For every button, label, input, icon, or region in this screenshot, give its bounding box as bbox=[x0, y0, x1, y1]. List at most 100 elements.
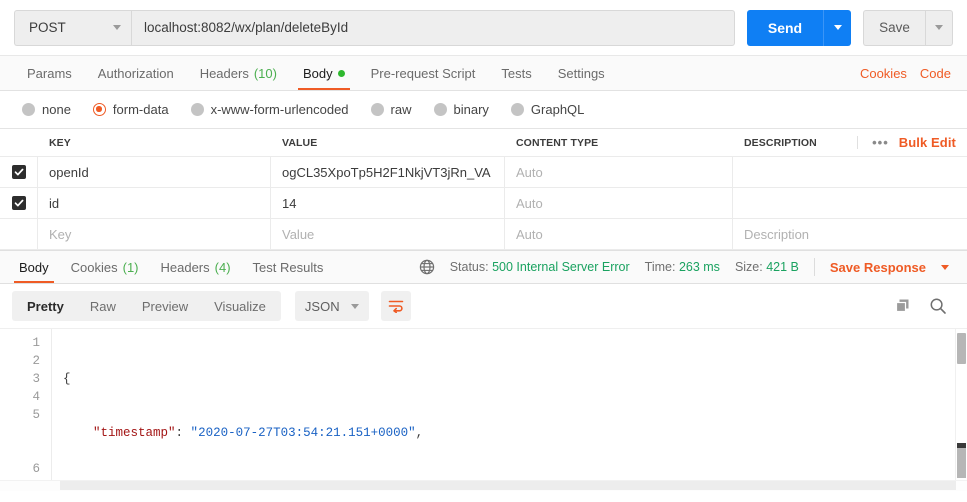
chevron-down-icon[interactable] bbox=[941, 264, 949, 270]
row-checkbox-checked[interactable] bbox=[11, 196, 26, 210]
tab-label: Body bbox=[302, 65, 333, 81]
vertical-scrollbar-thumb[interactable] bbox=[957, 333, 966, 364]
row-value-value: ogCL35XpoTp5H2F1NkjVT3jRn_VA bbox=[282, 164, 491, 180]
tab-label: Headers bbox=[160, 259, 210, 275]
table-row[interactable]: openId ogCL35XpoTp5H2F1NkjVT3jRn_VA Auto bbox=[0, 157, 967, 188]
code-link[interactable]: Code bbox=[920, 66, 951, 81]
row-content-type-input[interactable]: Auto bbox=[505, 188, 733, 218]
size-group: Size: 421 B bbox=[735, 260, 799, 274]
row-description-input[interactable] bbox=[733, 157, 967, 187]
tab-count: (10) bbox=[253, 65, 277, 81]
body-type-binary[interactable]: binary bbox=[433, 102, 489, 117]
code-line-2: "timestamp": "2020-07-27T03:54:21.151+00… bbox=[93, 426, 424, 440]
copy-icon[interactable] bbox=[894, 297, 912, 315]
column-header-value: VALUE bbox=[282, 136, 318, 149]
tab-tests[interactable]: Tests bbox=[488, 56, 544, 90]
save-options-button[interactable] bbox=[925, 9, 953, 46]
send-options-button[interactable] bbox=[823, 9, 851, 46]
body-present-dot-icon bbox=[337, 69, 345, 77]
json-code[interactable]: { "timestamp": "2020-07-27T03:54:21.151+… bbox=[52, 329, 967, 491]
body-type-form-data[interactable]: form-data bbox=[92, 102, 169, 117]
status-label: Status: bbox=[449, 260, 489, 274]
radio-label: GraphQL bbox=[530, 102, 585, 117]
line-number: 6 bbox=[32, 462, 40, 476]
radio-icon bbox=[190, 103, 204, 116]
body-type-radio-group: none form-data x-www-form-urlencoded raw… bbox=[0, 91, 967, 128]
body-type-raw[interactable]: raw bbox=[370, 102, 412, 117]
word-wrap-toggle[interactable] bbox=[380, 291, 411, 321]
response-body-viewer[interactable]: 1 2 3 4 5 6 7 { "timestamp": "2020-07-27… bbox=[0, 328, 967, 491]
radio-label: x-www-form-urlencoded bbox=[210, 102, 349, 117]
horizontal-scrollbar-track[interactable] bbox=[0, 480, 967, 491]
radio-label: raw bbox=[390, 102, 412, 117]
tab-settings[interactable]: Settings bbox=[545, 56, 618, 90]
tab-body[interactable]: Body bbox=[290, 56, 358, 90]
tab-pre-request-script[interactable]: Pre-request Script bbox=[358, 56, 489, 90]
column-header-description: DESCRIPTION bbox=[744, 136, 817, 149]
response-format-select[interactable]: JSON bbox=[294, 291, 369, 321]
tab-label: Headers bbox=[199, 65, 249, 81]
column-header-content-type: CONTENT TYPE bbox=[516, 136, 599, 149]
search-icon[interactable] bbox=[929, 297, 947, 315]
row-checkbox-checked[interactable] bbox=[11, 165, 26, 179]
view-mode-pretty[interactable]: Pretty bbox=[14, 293, 77, 319]
body-type-x-www-form-urlencoded[interactable]: x-www-form-urlencoded bbox=[190, 102, 349, 117]
tab-label: Authorization bbox=[97, 65, 174, 81]
radio-selected-icon bbox=[92, 103, 106, 116]
response-tab-body[interactable]: Body bbox=[8, 251, 60, 283]
bulk-edit-link[interactable]: Bulk Edit bbox=[899, 135, 956, 150]
table-row[interactable]: id 14 Auto bbox=[0, 188, 967, 219]
vertical-scrollbar-thumb-lower[interactable] bbox=[957, 448, 966, 478]
body-type-none[interactable]: none bbox=[22, 102, 71, 117]
line-number: 1 bbox=[32, 336, 40, 350]
response-tab-test-results[interactable]: Test Results bbox=[242, 251, 335, 283]
horizontal-scrollbar-thumb[interactable] bbox=[60, 481, 956, 490]
radio-icon bbox=[22, 103, 35, 116]
http-method-select[interactable]: POST bbox=[14, 9, 131, 46]
new-row-value-input[interactable]: Value bbox=[271, 219, 505, 249]
row-description-input[interactable] bbox=[733, 188, 967, 218]
table-header-row: KEY VALUE CONTENT TYPE DESCRIPTION ••• B… bbox=[0, 129, 967, 157]
view-mode-raw[interactable]: Raw bbox=[77, 293, 129, 319]
save-response-button[interactable]: Save Response bbox=[830, 260, 926, 275]
form-data-table: KEY VALUE CONTENT TYPE DESCRIPTION ••• B… bbox=[0, 128, 967, 250]
tab-authorization[interactable]: Authorization bbox=[85, 56, 187, 90]
response-format-label: JSON bbox=[304, 298, 340, 314]
status-group: Status: 500 Internal Server Error bbox=[450, 260, 630, 274]
line-number: 5 bbox=[32, 408, 40, 422]
url-input[interactable]: localhost:8082/wx/plan/deleteById bbox=[131, 9, 735, 46]
row-checkbox-cell bbox=[0, 188, 38, 218]
row-checkbox-cell bbox=[0, 219, 38, 249]
more-options-icon[interactable]: ••• bbox=[857, 136, 889, 149]
globe-icon[interactable] bbox=[419, 259, 435, 275]
time-group: Time: 263 ms bbox=[645, 260, 720, 274]
new-row-description-input[interactable]: Description bbox=[733, 219, 967, 249]
new-row-key-input[interactable]: Key bbox=[38, 219, 271, 249]
row-checkbox-cell bbox=[0, 157, 38, 187]
chevron-down-icon bbox=[350, 303, 359, 309]
json-value-timestamp: 2020-07-27T03:54:21.151+0000 bbox=[198, 426, 409, 440]
row-content-type-input[interactable]: Auto bbox=[505, 157, 733, 187]
row-key-input[interactable]: openId bbox=[38, 157, 271, 187]
http-method-label: POST bbox=[29, 20, 66, 35]
response-tab-headers[interactable]: Headers (4) bbox=[150, 251, 242, 283]
new-row-content-type-input[interactable]: Auto bbox=[505, 219, 733, 249]
cookies-link[interactable]: Cookies bbox=[860, 66, 907, 81]
row-value-input[interactable]: 14 bbox=[271, 188, 505, 218]
response-view-mode-group: Pretty Raw Preview Visualize bbox=[12, 291, 281, 321]
tab-params[interactable]: Params bbox=[14, 56, 85, 90]
radio-icon bbox=[370, 103, 384, 116]
save-button[interactable]: Save bbox=[863, 9, 925, 46]
time-value: 263 ms bbox=[678, 260, 720, 274]
view-mode-visualize[interactable]: Visualize bbox=[201, 293, 279, 319]
table-header-actions: ••• Bulk Edit bbox=[857, 135, 956, 150]
chevron-down-icon bbox=[833, 25, 842, 30]
row-value-input[interactable]: ogCL35XpoTp5H2F1NkjVT3jRn_VA bbox=[271, 157, 505, 187]
row-key-input[interactable]: id bbox=[38, 188, 271, 218]
tab-headers[interactable]: Headers (10) bbox=[187, 56, 290, 90]
view-mode-preview[interactable]: Preview bbox=[129, 293, 201, 319]
table-row-empty[interactable]: Key Value Auto Description bbox=[0, 219, 967, 250]
body-type-graphql[interactable]: GraphQL bbox=[510, 102, 585, 117]
response-tab-cookies[interactable]: Cookies (1) bbox=[60, 251, 150, 283]
send-button[interactable]: Send bbox=[747, 9, 823, 46]
